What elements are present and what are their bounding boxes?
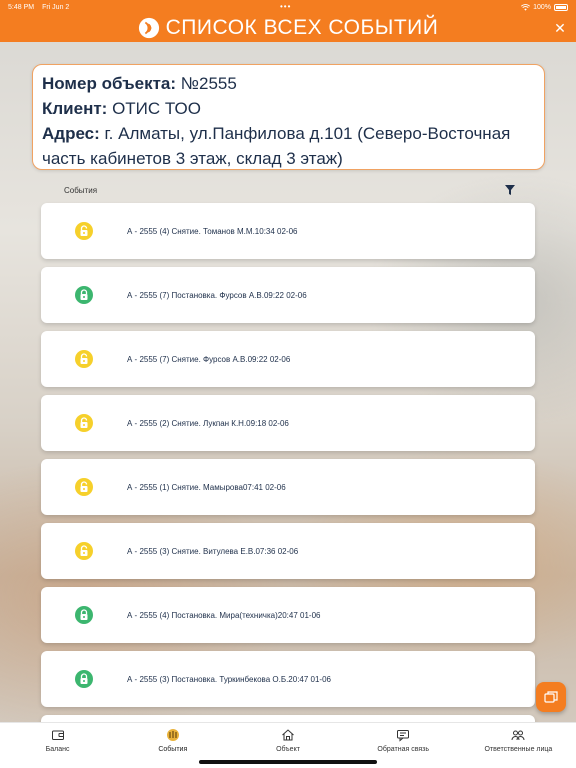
status-bar: 5:48 PM Fri Jun 2 ••• 100% — [0, 0, 576, 14]
tab-balance[interactable]: Баланс — [0, 723, 115, 768]
event-text: А - 2555 (4) Постановка. Мира(техничка)2… — [127, 610, 321, 620]
home-indicator[interactable] — [199, 760, 377, 764]
event-text: А - 2555 (7) Снятие. Фурсов А.В.09:22 02… — [127, 354, 291, 364]
object-number-value: №2555 — [180, 74, 237, 93]
events-list-header: События — [64, 183, 520, 197]
app-header: СПИСОК ВСЕХ СОБЫТИЙ ✕ — [0, 14, 576, 42]
logo-icon — [138, 17, 159, 39]
tab-object-label: Объект — [276, 746, 300, 753]
tab-balance-label: Баланс — [45, 746, 70, 753]
event-row[interactable]: А - 2555 (4) Снятие. Томанов М.М.10:34 0… — [41, 203, 535, 259]
event-row[interactable]: А - 2555 (1) Снятие. Мамырова07:41 02-06 — [41, 459, 535, 515]
event-row[interactable]: А - 2555 (2) Снятие. Лукпан К.Н.09:18 02… — [41, 395, 535, 451]
page-title: СПИСОК ВСЕХ СОБЫТИЙ — [165, 16, 439, 39]
tab-responsible-label: Ответственные лица — [484, 746, 553, 753]
tab-feedback-label: Обратная связь — [377, 746, 429, 753]
events-list: А - 2555 (4) Снятие. Томанов М.М.10:34 0… — [41, 203, 535, 768]
object-number-label: Номер объекта: — [42, 74, 177, 93]
event-text: А - 2555 (4) Снятие. Томанов М.М.10:34 0… — [127, 226, 298, 236]
tab-responsible[interactable]: Ответственные лица — [461, 723, 576, 768]
lock-open-icon — [75, 414, 93, 432]
lock-closed-icon — [75, 670, 93, 688]
close-icon[interactable]: ✕ — [552, 20, 568, 36]
chat-button[interactable] — [536, 682, 566, 712]
multitasking-dots[interactable]: ••• — [280, 2, 291, 11]
object-info-card: Номер объекта: №2555 Клиент: ОТИС ТОО Ад… — [32, 64, 545, 170]
feedback-icon — [397, 730, 410, 742]
filter-icon[interactable] — [504, 184, 516, 196]
lock-open-icon — [75, 542, 93, 560]
battery-icon — [554, 3, 568, 11]
home-icon — [282, 729, 294, 741]
event-text: А - 2555 (7) Постановка. Фурсов А.В.09:2… — [127, 290, 307, 300]
lock-open-icon — [75, 222, 93, 240]
lock-open-icon — [75, 350, 93, 368]
events-list-title: События — [64, 185, 98, 195]
address-label: Адрес: — [42, 124, 100, 143]
events-icon — [166, 729, 179, 741]
status-time: 5:48 PM — [8, 3, 35, 11]
object-number-line: Номер объекта: №2555 — [42, 71, 535, 96]
event-row[interactable]: А - 2555 (4) Постановка. Мира(техничка)2… — [41, 587, 535, 643]
lock-closed-icon — [75, 286, 93, 304]
address-line: Адрес: г. Алматы, ул.Панфилова д.101 (Се… — [42, 121, 535, 171]
event-row[interactable]: А - 2555 (3) Снятие. Витулева Е.В.07:36 … — [41, 523, 535, 579]
status-date: Fri Jun 2 — [42, 3, 70, 11]
event-row[interactable]: А - 2555 (7) Снятие. Фурсов А.В.09:22 02… — [41, 331, 535, 387]
wallet-icon — [51, 730, 64, 740]
battery-percent: 100% — [533, 3, 551, 11]
tab-events-label: События — [158, 746, 188, 753]
event-text: А - 2555 (3) Снятие. Витулева Е.В.07:36 … — [127, 546, 299, 556]
lock-closed-icon — [75, 606, 93, 624]
event-text: А - 2555 (2) Снятие. Лукпан К.Н.09:18 02… — [127, 418, 289, 428]
address-value: г. Алматы, ул.Панфилова д.101 (Северо-Во… — [42, 124, 511, 168]
client-label: Клиент: — [42, 99, 108, 118]
event-row[interactable]: А - 2555 (7) Постановка. Фурсов А.В.09:2… — [41, 267, 535, 323]
lock-open-icon — [75, 478, 93, 496]
wifi-icon — [521, 3, 531, 11]
event-text: А - 2555 (3) Постановка. Туркинбекова О.… — [127, 674, 331, 684]
status-right: 100% — [521, 0, 568, 14]
people-icon — [511, 730, 525, 741]
chat-icon — [544, 691, 558, 703]
client-value: ОТИС ТОО — [112, 99, 201, 118]
client-line: Клиент: ОТИС ТОО — [42, 96, 535, 121]
event-row[interactable]: А - 2555 (3) Постановка. Туркинбекова О.… — [41, 651, 535, 707]
event-text: А - 2555 (1) Снятие. Мамырова07:41 02-06 — [127, 482, 286, 492]
